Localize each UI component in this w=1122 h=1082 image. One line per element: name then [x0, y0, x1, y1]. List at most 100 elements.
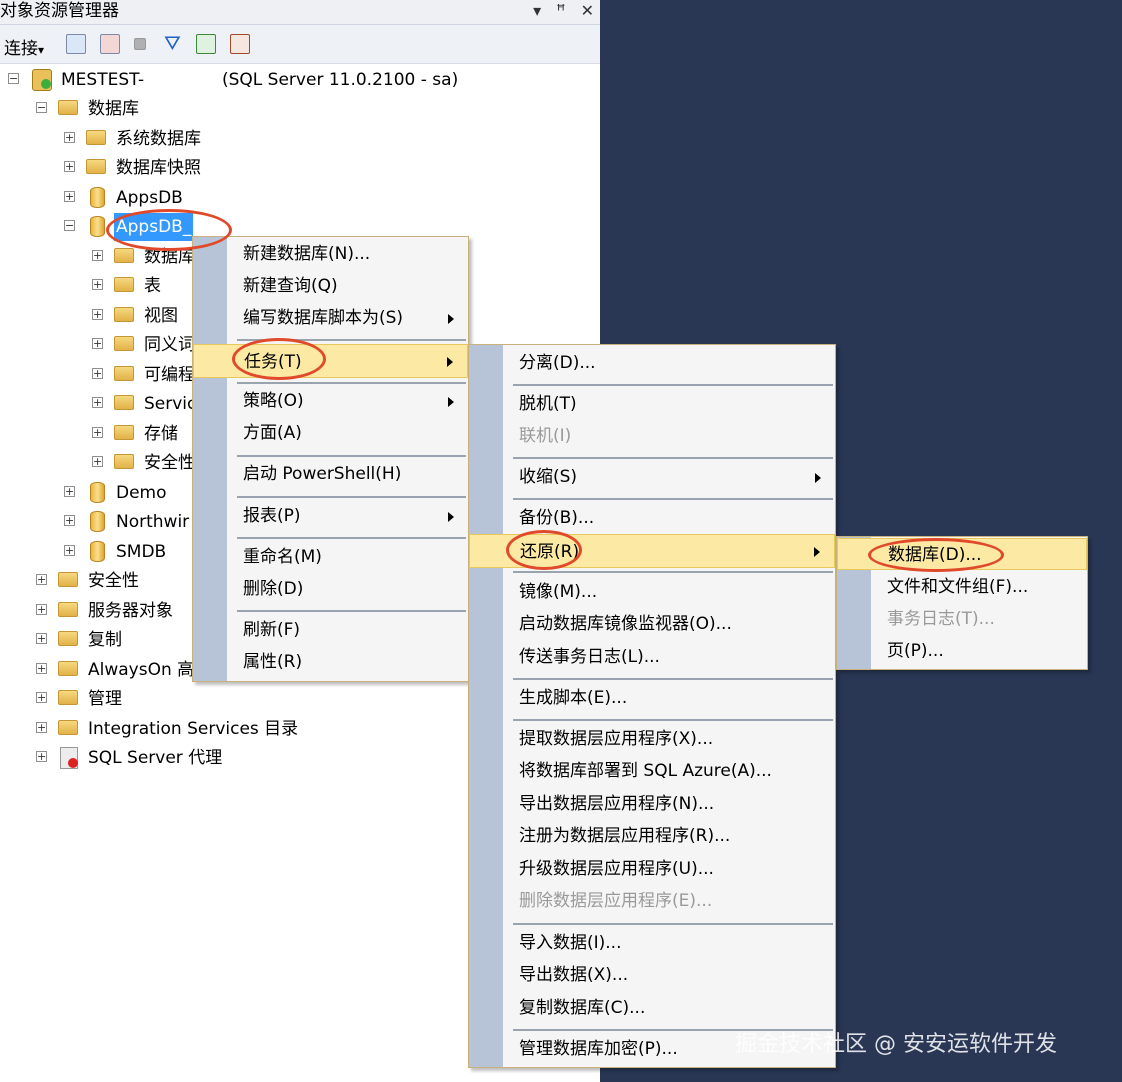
expand-icon[interactable]: +	[36, 633, 47, 644]
expand-icon[interactable]: +	[36, 604, 47, 615]
refresh-icon[interactable]	[196, 34, 216, 54]
menu-item-rename[interactable]: 重命名(M)	[193, 542, 468, 572]
tree-label: 安全性	[144, 453, 195, 473]
menu-item-label: 方面(A)	[243, 423, 302, 443]
menu-item-label: 属性(R)	[243, 652, 303, 672]
menu-item-mirror[interactable]: 镜像(M)...	[469, 577, 835, 607]
expand-icon[interactable]: +	[92, 368, 103, 379]
menu-item-shrink[interactable]: 收缩(S)	[469, 462, 835, 492]
expand-icon[interactable]: +	[92, 456, 103, 467]
submenu-arrow-icon	[448, 314, 454, 324]
menu-item-restore-page[interactable]: 页(P)...	[837, 636, 1087, 666]
expand-icon[interactable]: +	[64, 486, 75, 497]
expand-icon[interactable]: +	[36, 692, 47, 703]
close-icon[interactable]: ✕	[581, 1, 594, 20]
tree-label: 视图	[144, 306, 178, 326]
menu-item-generate-scripts[interactable]: 生成脚本(E)...	[469, 683, 835, 713]
tree-label: SMDB	[116, 542, 167, 562]
expand-icon[interactable]: +	[92, 309, 103, 320]
server-icon	[32, 69, 52, 91]
expand-icon[interactable]: +	[92, 279, 103, 290]
connect-object-explorer-icon[interactable]	[66, 34, 86, 54]
menu-item-bring-online[interactable]: 联机(I)	[469, 421, 835, 451]
menu-item-label: 报表(P)	[243, 506, 301, 526]
collapse-icon[interactable]: −	[36, 102, 47, 113]
expand-icon[interactable]: +	[92, 397, 103, 408]
menu-item-facets[interactable]: 方面(A)	[193, 418, 468, 448]
menu-item-refresh[interactable]: 刷新(F)	[193, 615, 468, 645]
menu-item-restore-transaction-log[interactable]: 事务日志(T)...	[837, 604, 1087, 634]
menu-item-delete[interactable]: 删除(D)	[193, 574, 468, 604]
menu-item-label: 删除数据层应用程序(E)...	[519, 891, 713, 911]
menu-item-backup[interactable]: 备份(B)...	[469, 503, 835, 533]
database-icon	[90, 482, 105, 503]
database-icon	[90, 187, 105, 208]
menu-item-copy-database[interactable]: 复制数据库(C)...	[469, 993, 835, 1023]
tree-label: AppsDB	[116, 188, 183, 208]
collapse-icon[interactable]: −	[8, 73, 19, 84]
menu-item-register-dac[interactable]: 注册为数据层应用程序(R)...	[469, 821, 835, 851]
menu-item-new-database[interactable]: 新建数据库(N)...	[193, 239, 468, 269]
menu-item-delete-dac[interactable]: 删除数据层应用程序(E)...	[469, 886, 835, 916]
menu-item-properties[interactable]: 属性(R)	[193, 647, 468, 677]
highlight-circle-tasks	[232, 338, 326, 380]
expand-icon[interactable]: +	[64, 132, 75, 143]
tree-label: 管理	[88, 689, 122, 709]
expand-icon[interactable]: +	[92, 427, 103, 438]
submenu-arrow-icon	[448, 397, 454, 407]
expand-icon[interactable]: +	[92, 338, 103, 349]
tree-label: 数据库	[88, 99, 139, 119]
database-icon	[90, 216, 105, 237]
pin-icon[interactable]: ꟸ	[556, 1, 565, 20]
filter-icon[interactable]: ⛛	[164, 33, 184, 54]
menu-separator	[513, 457, 833, 459]
menu-item-reports[interactable]: 报表(P)	[193, 501, 468, 531]
expand-icon[interactable]: +	[92, 250, 103, 261]
menu-item-policies[interactable]: 策略(O)	[193, 386, 468, 416]
sync-icon[interactable]	[230, 34, 250, 54]
menu-item-mirror-monitor[interactable]: 启动数据库镜像监视器(O)...	[469, 609, 835, 639]
tree-label: 数据库快照	[116, 158, 201, 178]
expand-icon[interactable]: +	[36, 574, 47, 585]
menu-item-deploy-azure[interactable]: 将数据库部署到 SQL Azure(A)...	[469, 756, 835, 786]
menu-item-label: 提取数据层应用程序(X)...	[519, 729, 714, 749]
menu-item-restore-files-filegroups[interactable]: 文件和文件组(F)...	[837, 572, 1087, 602]
disconnect-icon[interactable]	[100, 34, 120, 54]
connect-button[interactable]: 连接▾	[4, 34, 44, 59]
menu-item-import-data[interactable]: 导入数据(I)...	[469, 928, 835, 958]
tree-label: 复制	[88, 630, 122, 650]
menu-item-new-query[interactable]: 新建查询(Q)	[193, 271, 468, 301]
menu-item-upgrade-dac[interactable]: 升级数据层应用程序(U)...	[469, 854, 835, 884]
tree-label: 服务器对象	[88, 601, 173, 621]
menu-item-extract-dac[interactable]: 提取数据层应用程序(X)...	[469, 724, 835, 754]
dropdown-icon[interactable]: ▾	[533, 1, 541, 20]
expand-icon[interactable]: +	[36, 751, 47, 762]
chevron-down-icon: ▾	[38, 43, 45, 57]
expand-icon[interactable]: +	[64, 515, 75, 526]
menu-item-label: 镜像(M)...	[519, 582, 598, 602]
expand-icon[interactable]: +	[64, 191, 75, 202]
menu-item-detach[interactable]: 分离(D)...	[469, 348, 835, 378]
expand-icon[interactable]: +	[64, 161, 75, 172]
menu-item-take-offline[interactable]: 脱机(T)	[469, 389, 835, 419]
stop-icon[interactable]	[134, 38, 146, 50]
menu-item-start-powershell[interactable]: 启动 PowerShell(H)	[193, 459, 468, 489]
menu-item-label: 分离(D)...	[519, 353, 596, 373]
menu-item-label: 导入数据(I)...	[519, 933, 622, 953]
collapse-icon[interactable]: −	[64, 220, 75, 231]
menu-item-label: 事务日志(T)...	[887, 609, 995, 629]
menu-item-script-database-as[interactable]: 编写数据库脚本为(S)	[193, 303, 468, 333]
menu-item-export-dac[interactable]: 导出数据层应用程序(N)...	[469, 789, 835, 819]
expand-icon[interactable]: +	[64, 545, 75, 556]
menu-separator	[237, 382, 466, 384]
database-icon	[90, 541, 105, 562]
menu-separator	[237, 610, 466, 612]
expand-icon[interactable]: +	[36, 722, 47, 733]
menu-separator	[513, 678, 833, 680]
menu-item-export-data[interactable]: 导出数据(X)...	[469, 960, 835, 990]
expand-icon[interactable]: +	[36, 663, 47, 674]
menu-item-label: 复制数据库(C)...	[519, 998, 646, 1018]
menu-item-label: 重命名(M)	[243, 547, 322, 567]
submenu-arrow-icon	[815, 473, 821, 483]
menu-item-log-shipping[interactable]: 传送事务日志(L)...	[469, 642, 835, 672]
